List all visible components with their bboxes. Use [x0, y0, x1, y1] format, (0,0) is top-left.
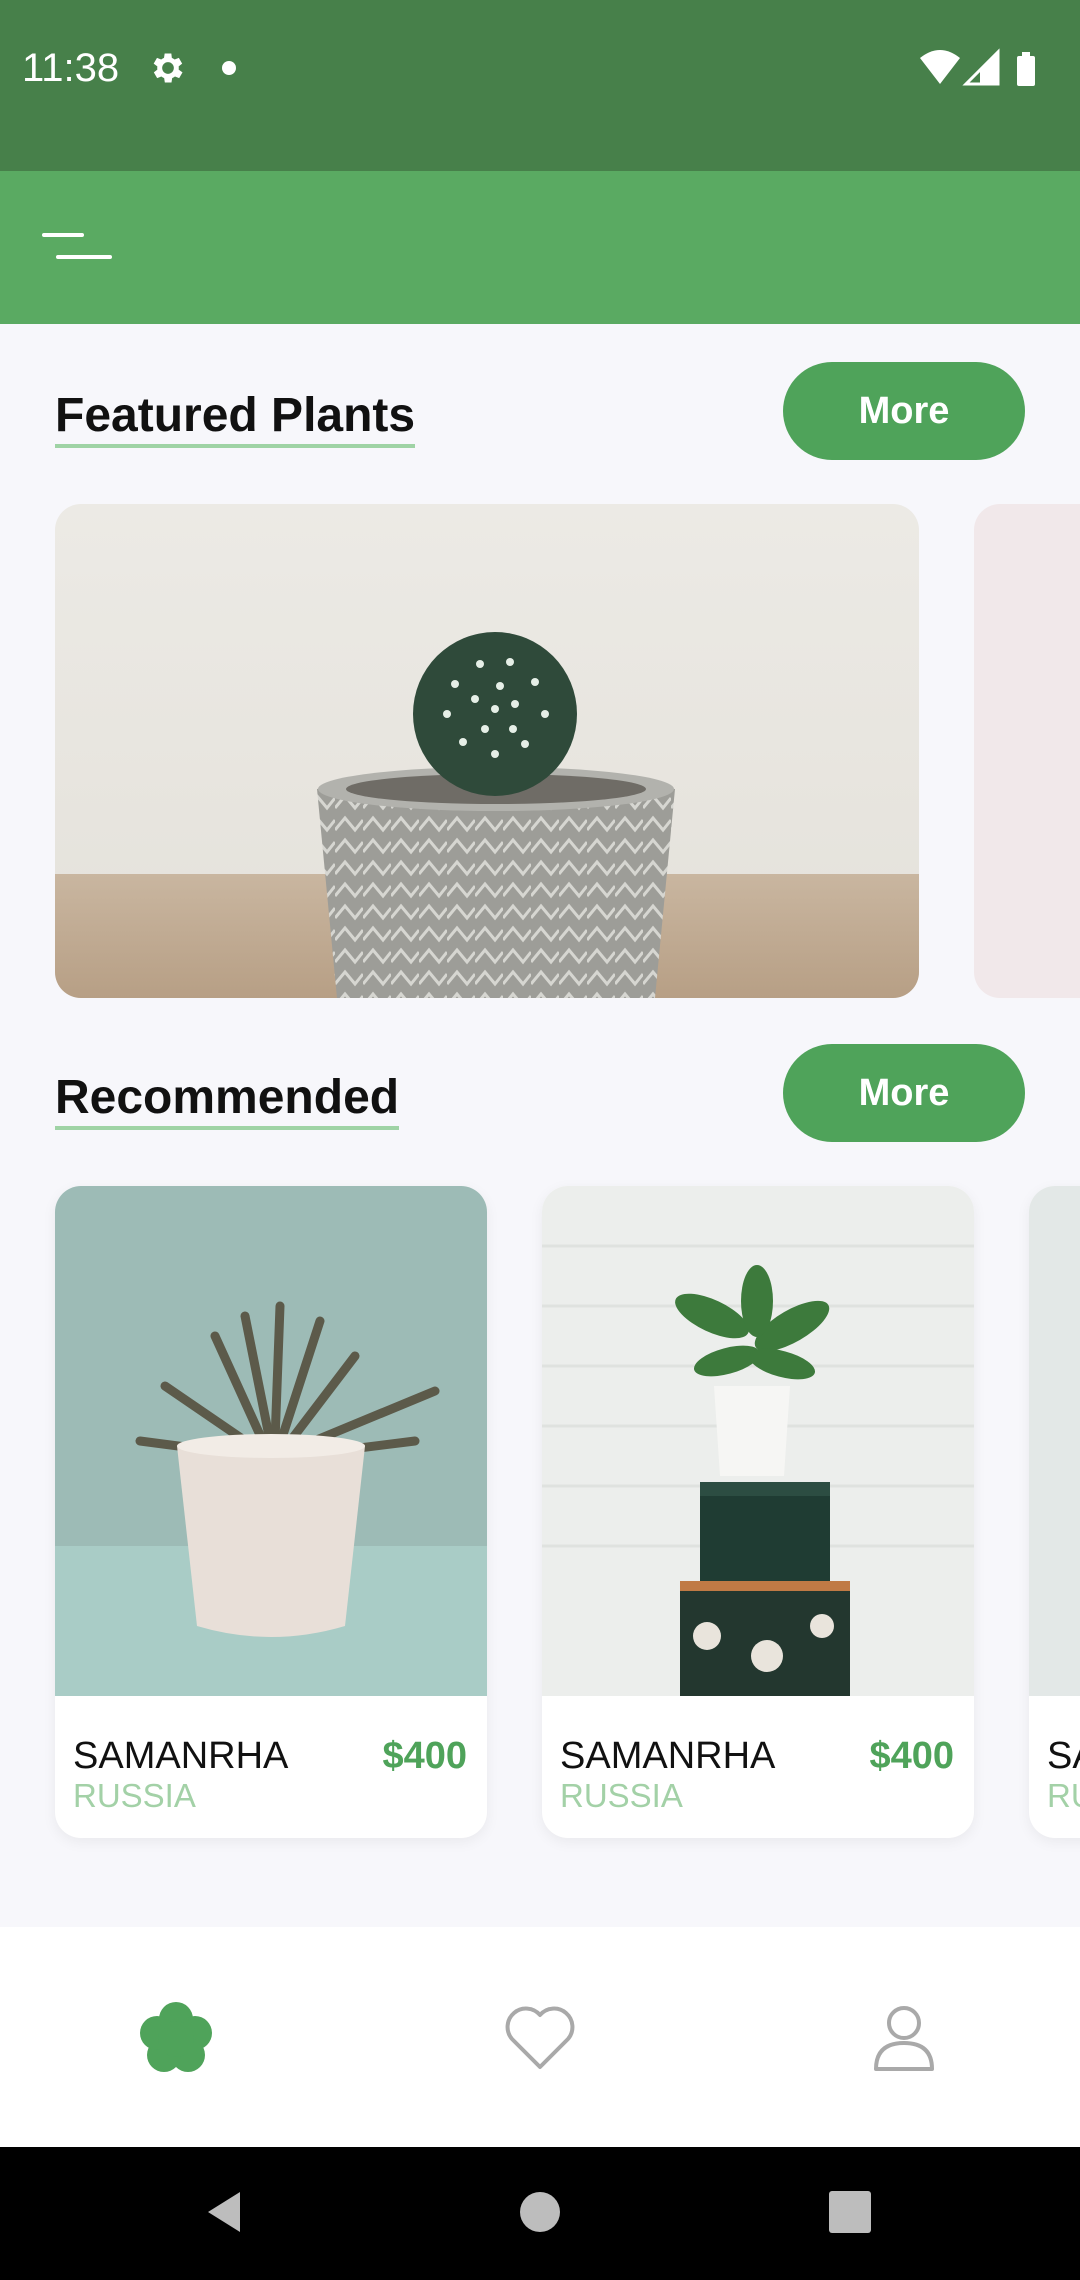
- app-bar: [0, 171, 1080, 324]
- flower-icon[interactable]: [136, 1997, 216, 2077]
- plant-name: SAMANRHA: [73, 1735, 289, 1777]
- plant-country: RU: [1047, 1777, 1080, 1814]
- wifi-icon: [920, 50, 960, 84]
- recommended-more-button[interactable]: More: [783, 1044, 1025, 1142]
- plant-name: SAMANRHA: [560, 1735, 776, 1777]
- featured-plant-card[interactable]: [55, 504, 919, 998]
- recents-icon[interactable]: [825, 2187, 875, 2237]
- plant-country: RUSSIA: [73, 1777, 196, 1814]
- signal-icon: [962, 48, 1000, 86]
- plant-country: RUSSIA: [560, 1777, 683, 1814]
- recommended-title: Recommended: [55, 1071, 400, 1130]
- status-time: 11:38: [22, 46, 120, 90]
- back-icon[interactable]: [200, 2187, 250, 2237]
- recommended-plant-card[interactable]: SAMANRHA $400 RUSSIA: [55, 1186, 487, 1838]
- plant-price: $400: [382, 1735, 467, 1777]
- user-icon[interactable]: [864, 1997, 944, 2077]
- plant-name: SA: [1047, 1735, 1080, 1777]
- main-content[interactable]: Featured Plants More Recommended More SA…: [0, 324, 1080, 1927]
- recommended-plant-card[interactable]: SA RU: [1029, 1186, 1080, 1838]
- menu-icon[interactable]: [42, 227, 112, 267]
- cactus-image: [55, 504, 919, 998]
- heart-icon[interactable]: [500, 1997, 580, 2077]
- bottom-navigation: [0, 1927, 1080, 2147]
- battery-icon: [1017, 52, 1035, 86]
- status-bar: 11:38: [0, 0, 1080, 171]
- system-navigation-bar: [0, 2147, 1080, 2280]
- recommended-plant-card[interactable]: SAMANRHA $400 RUSSIA: [542, 1186, 974, 1838]
- plant-price: $400: [869, 1735, 954, 1777]
- home-icon[interactable]: [515, 2187, 565, 2237]
- featured-more-button[interactable]: More: [783, 362, 1025, 460]
- featured-title: Featured Plants: [55, 389, 416, 448]
- plant-image: [1029, 1186, 1080, 1696]
- potted-plant-on-boxes-image: [542, 1186, 974, 1696]
- gear-icon: [153, 53, 183, 83]
- succulent-image: [55, 1186, 487, 1696]
- notification-dot: [222, 61, 236, 75]
- featured-plant-card-next[interactable]: [974, 504, 1080, 998]
- status-indicators: [920, 48, 1035, 86]
